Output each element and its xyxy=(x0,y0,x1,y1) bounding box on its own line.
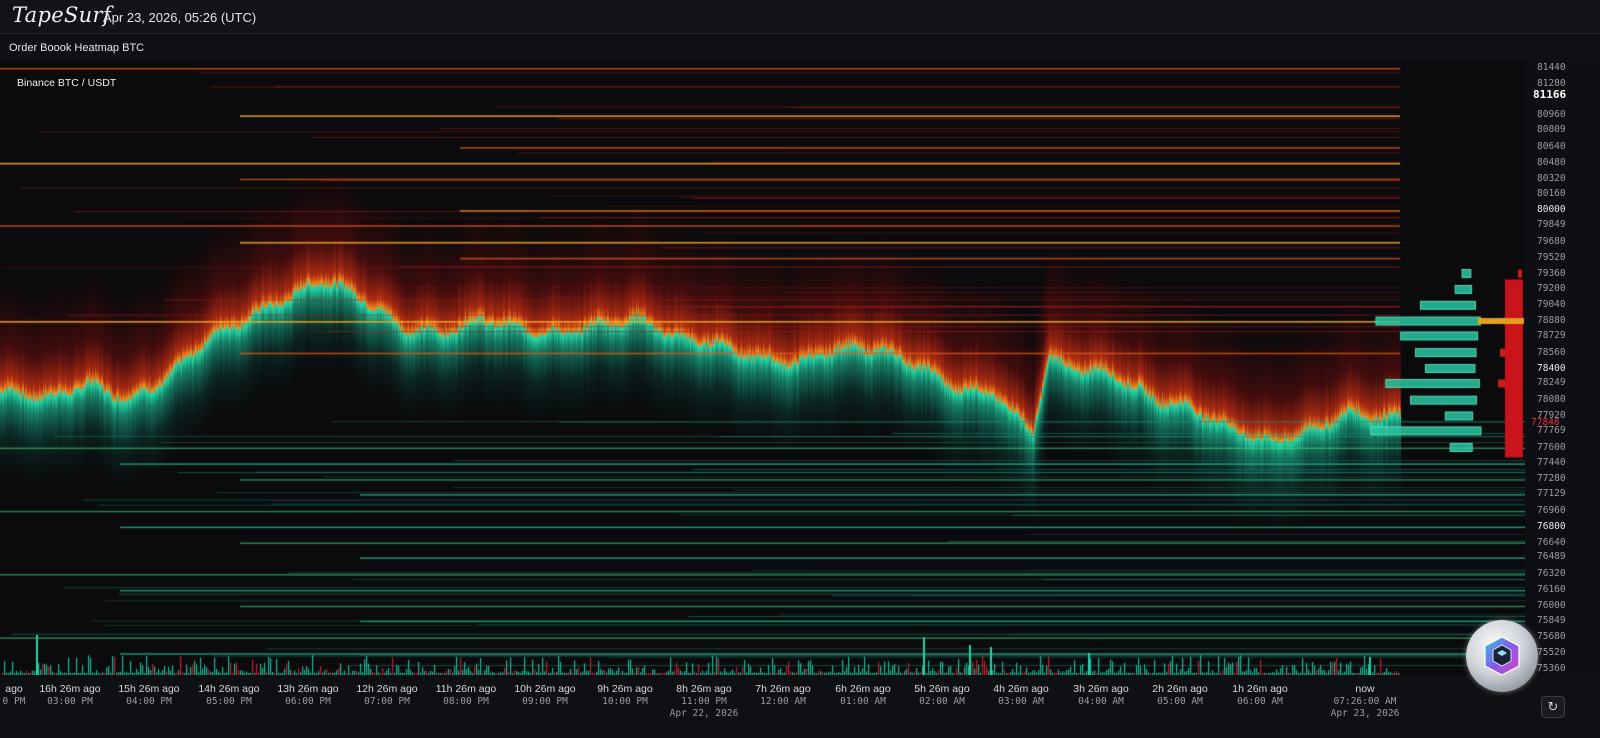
price-tick: 76160 xyxy=(1537,583,1566,595)
price-tick: 79360 xyxy=(1537,267,1566,279)
price-tick: 75520 xyxy=(1537,647,1566,659)
time-ago: 1h 26m ago xyxy=(1232,683,1288,695)
price-tick: 77280 xyxy=(1537,473,1566,485)
price-tick: 80320 xyxy=(1537,172,1566,184)
price-tick: 80480 xyxy=(1537,156,1566,168)
price-tick: 76320 xyxy=(1537,568,1566,580)
price-tick: 78400 xyxy=(1537,362,1566,374)
price-tick: 75680 xyxy=(1537,631,1566,643)
price-tick: 76000 xyxy=(1537,599,1566,611)
cube-logo-icon xyxy=(1484,636,1520,676)
current-datetime: Apr 23, 2026, 05:26 (UTC) xyxy=(103,10,257,25)
date-label: Apr 22, 2026 xyxy=(669,708,739,719)
orderbook-heatmap-canvas[interactable] xyxy=(0,62,1525,675)
current-price-label: 81166 xyxy=(1533,88,1567,102)
price-tick: 79200 xyxy=(1537,283,1566,295)
price-axis[interactable]: 81440 81280 80960 80809 80640 80480 80320 80160… xyxy=(1525,62,1600,675)
price-tick: 79849 xyxy=(1537,219,1566,231)
price-tick: 75360 xyxy=(1537,663,1566,675)
heatmap-chart[interactable] xyxy=(0,62,1525,675)
price-tick: 75849 xyxy=(1537,614,1566,626)
time-ago: now xyxy=(1355,683,1375,695)
price-tick: 78880 xyxy=(1537,315,1566,327)
price-tick: 78080 xyxy=(1537,394,1566,406)
price-tick: 77440 xyxy=(1537,457,1566,469)
price-tick: 79040 xyxy=(1537,299,1566,311)
top-bar: TapeSurf Apr 23, 2026, 05:26 (UTC) xyxy=(0,0,1600,34)
price-tick: 76800 xyxy=(1537,520,1566,532)
time-axis[interactable]: ago 0 PM 16h 26m ago 03:00 PM 15h 26m ago 04:… xyxy=(0,675,1525,738)
page-title: Order Boook Heatmap BTC xyxy=(9,42,145,54)
price-tick: 80000 xyxy=(1537,204,1566,216)
price-tick: 78560 xyxy=(1537,346,1566,358)
clock-time: 07:26:00 AM xyxy=(1333,696,1397,707)
refresh-button[interactable]: ↻ xyxy=(1541,696,1565,718)
price-tick: 78729 xyxy=(1537,329,1566,341)
price-tick: 79520 xyxy=(1537,251,1566,263)
time-label: 1h 26m ago 06:00 AM xyxy=(1210,683,1310,707)
time-label: now 07:26:00 AM Apr 23, 2026 xyxy=(1315,683,1415,719)
price-tick: 76640 xyxy=(1537,536,1566,548)
clock-time: 06:00 AM xyxy=(1237,696,1283,707)
price-tick: 79680 xyxy=(1537,235,1566,247)
price-tick: 80809 xyxy=(1537,124,1566,136)
price-tick: 80960 xyxy=(1537,109,1566,121)
brand-badge-icon xyxy=(1466,620,1538,692)
price-tick: 80640 xyxy=(1537,141,1566,153)
price-tick: 80160 xyxy=(1537,188,1566,200)
price-tick: 76489 xyxy=(1537,551,1566,563)
price-tick: 76960 xyxy=(1537,504,1566,516)
trading-pair-label: Binance BTC / USDT xyxy=(17,77,117,89)
price-tick: 78249 xyxy=(1537,377,1566,389)
refresh-icon: ↻ xyxy=(1547,699,1559,714)
price-tick: 77129 xyxy=(1537,488,1566,500)
date-label: Apr 23, 2026 xyxy=(1330,708,1400,719)
mid-price-label: 77848 xyxy=(1531,417,1560,429)
price-tick: 81440 xyxy=(1537,61,1566,73)
price-tick: 77600 xyxy=(1537,441,1566,453)
app-logo[interactable]: TapeSurf xyxy=(12,3,111,27)
